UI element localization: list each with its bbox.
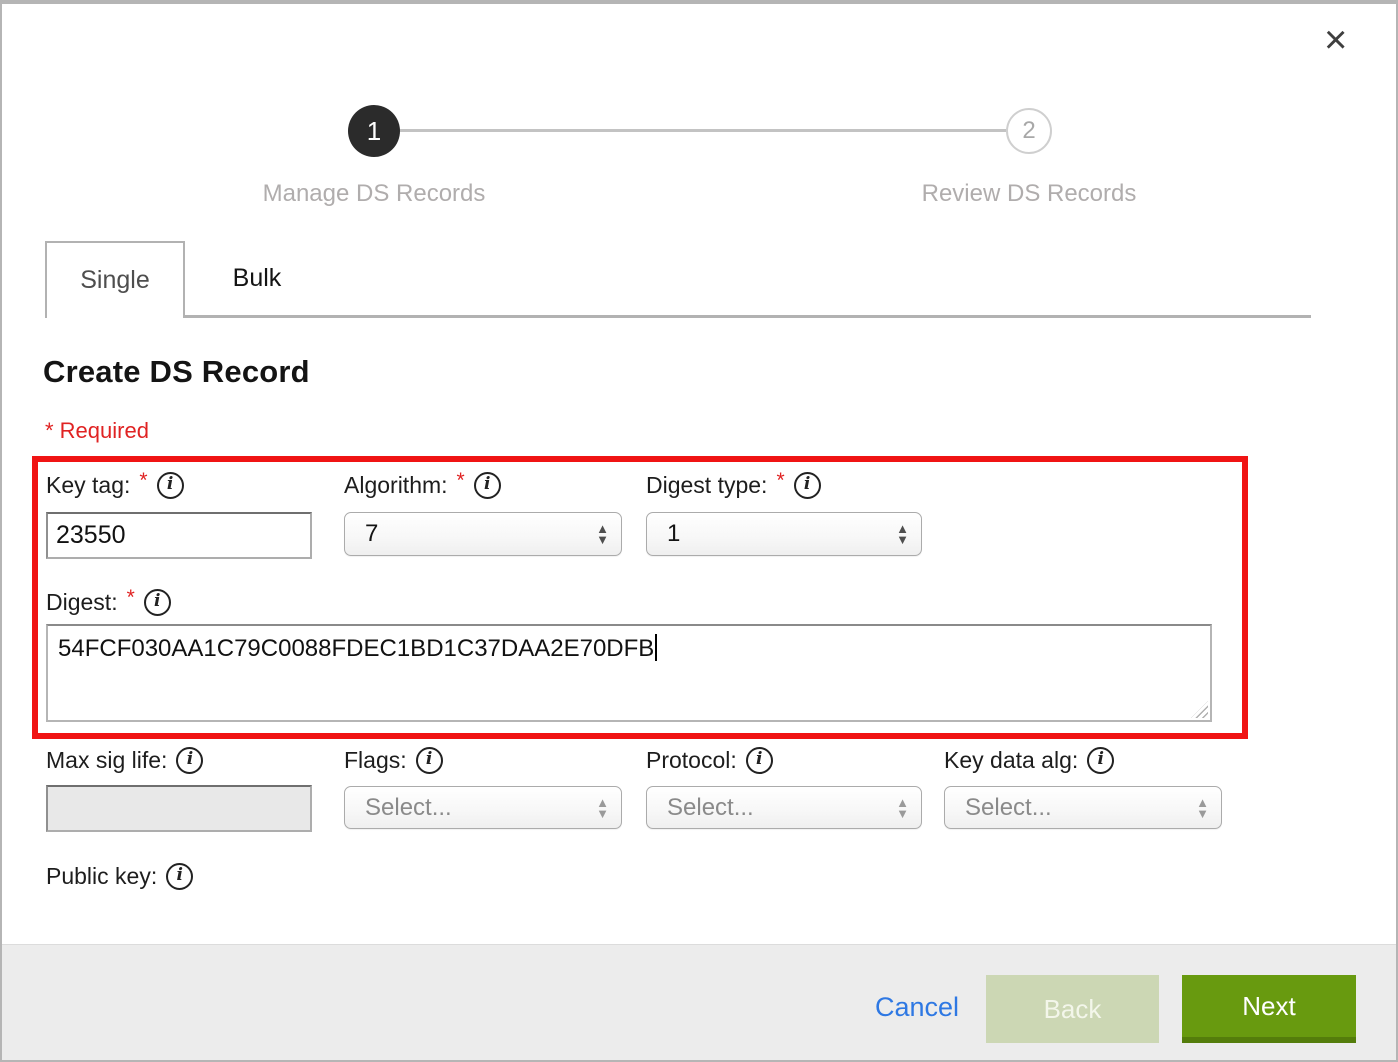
step-1-indicator: 1 [348, 105, 400, 157]
algorithm-select-value: 7 [365, 520, 378, 548]
text-cursor [655, 634, 657, 661]
key-data-alg-label: Key data alg: i [944, 745, 1114, 775]
key-data-alg-label-text: Key data alg: [944, 747, 1078, 774]
select-arrows-icon: ▲▼ [1196, 797, 1209, 819]
digest-label-text: Digest: [46, 589, 118, 616]
info-icon[interactable]: i [416, 747, 443, 774]
protocol-label: Protocol: i [646, 745, 773, 775]
select-arrows-icon: ▲▼ [596, 523, 609, 545]
required-asterisk: * [127, 586, 135, 610]
flags-select[interactable]: Select... ▲▼ [344, 786, 622, 829]
cancel-button[interactable]: Cancel [875, 992, 959, 1023]
tab-bottom-border [45, 315, 1311, 318]
required-asterisk: * [139, 469, 147, 493]
info-icon[interactable]: i [794, 472, 821, 499]
public-key-label-text: Public key: [46, 863, 157, 890]
info-icon[interactable]: i [1087, 747, 1114, 774]
step-1-label: Manage DS Records [224, 180, 524, 208]
select-arrows-icon: ▲▼ [896, 797, 909, 819]
digest-textarea[interactable]: 54FCF030AA1C79C0088FDEC1BD1C37DAA2E70DFB [46, 624, 1212, 722]
digest-label: Digest: * i [46, 587, 171, 617]
max-sig-life-input[interactable] [46, 785, 312, 832]
info-icon[interactable]: i [474, 472, 501, 499]
key-tag-label: Key tag: * i [46, 470, 184, 500]
protocol-label-text: Protocol: [646, 747, 737, 774]
digest-value: 54FCF030AA1C79C0088FDEC1BD1C37DAA2E70DFB [58, 635, 654, 662]
key-tag-label-text: Key tag: [46, 472, 130, 499]
key-tag-input[interactable] [46, 512, 312, 559]
create-ds-record-dialog: × 1 2 Manage DS Records Review DS Record… [0, 0, 1398, 1062]
public-key-label: Public key: i [46, 861, 193, 891]
required-asterisk: * [776, 469, 784, 493]
algorithm-select[interactable]: 7 ▲▼ [344, 512, 622, 556]
stepper-connector-line [400, 129, 1006, 132]
back-button[interactable]: Back [986, 975, 1159, 1043]
key-data-alg-select[interactable]: Select... ▲▼ [944, 786, 1222, 829]
flags-select-value: Select... [365, 794, 452, 822]
digest-type-select-value: 1 [667, 520, 680, 548]
digest-type-select[interactable]: 1 ▲▼ [646, 512, 922, 556]
info-icon[interactable]: i [166, 863, 193, 890]
select-arrows-icon: ▲▼ [596, 797, 609, 819]
info-icon[interactable]: i [157, 472, 184, 499]
close-icon[interactable]: × [1324, 20, 1347, 60]
protocol-select-value: Select... [667, 794, 754, 822]
key-data-alg-select-value: Select... [965, 794, 1052, 822]
info-icon[interactable]: i [176, 747, 203, 774]
info-icon[interactable]: i [746, 747, 773, 774]
flags-label-text: Flags: [344, 747, 407, 774]
tab-bulk[interactable]: Bulk [187, 241, 327, 315]
protocol-select[interactable]: Select... ▲▼ [646, 786, 922, 829]
tab-single[interactable]: Single [45, 241, 185, 318]
digest-type-label: Digest type: * i [646, 470, 821, 500]
step-2-label: Review DS Records [879, 180, 1179, 208]
digest-type-label-text: Digest type: [646, 472, 767, 499]
max-sig-life-label-text: Max sig life: [46, 747, 167, 774]
select-arrows-icon: ▲▼ [896, 523, 909, 545]
page-title: Create DS Record [43, 354, 310, 390]
algorithm-label: Algorithm: * i [344, 470, 501, 500]
step-2-indicator: 2 [1006, 108, 1052, 154]
required-asterisk: * [457, 469, 465, 493]
max-sig-life-label: Max sig life: i [46, 745, 203, 775]
info-icon[interactable]: i [144, 589, 171, 616]
required-note: * Required [45, 418, 149, 444]
flags-label: Flags: i [344, 745, 443, 775]
next-button[interactable]: Next [1182, 975, 1356, 1043]
resize-handle-icon[interactable] [1191, 701, 1208, 718]
algorithm-label-text: Algorithm: [344, 472, 448, 499]
